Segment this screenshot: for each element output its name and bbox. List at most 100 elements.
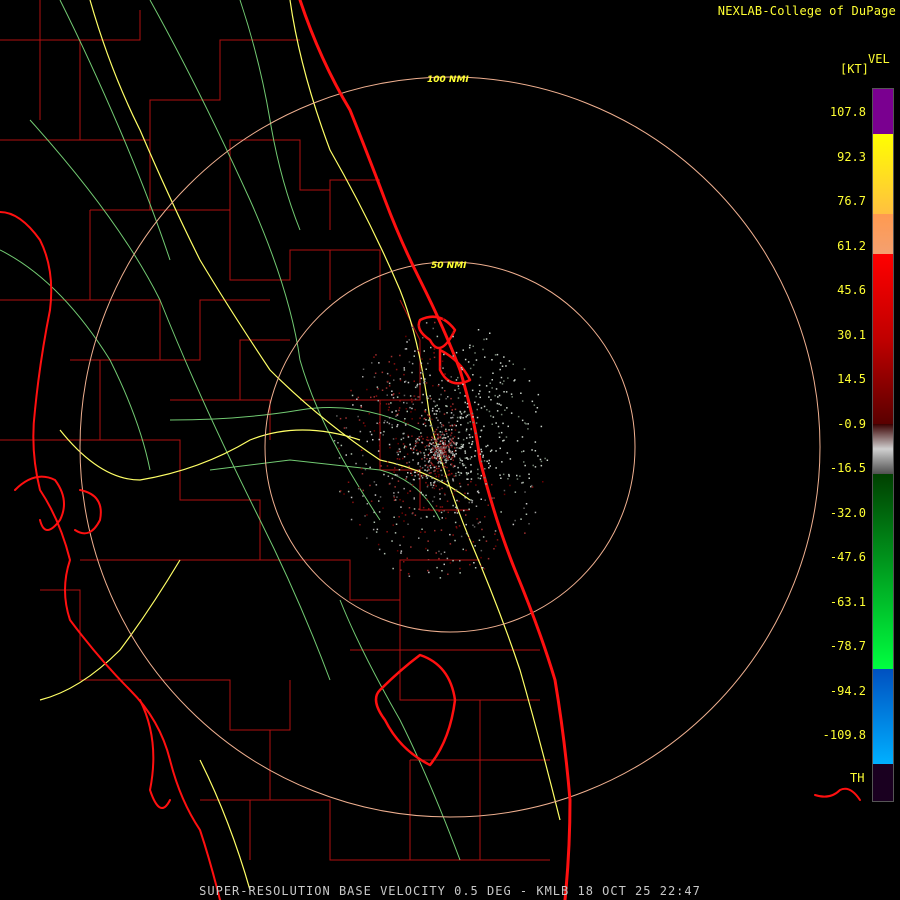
return-pixel <box>464 401 466 404</box>
return-pixel <box>503 391 505 393</box>
return-pixel <box>361 473 364 475</box>
return-pixel <box>432 437 434 439</box>
return-pixel <box>396 550 399 552</box>
return-pixel <box>501 383 504 385</box>
return-pixel <box>413 498 415 500</box>
return-pixel <box>427 362 429 365</box>
return-pixel <box>537 455 539 457</box>
return-pixel <box>452 534 454 536</box>
return-pixel <box>390 399 393 401</box>
return-pixel <box>491 423 493 425</box>
return-pixel <box>412 512 414 514</box>
return-pixel <box>488 462 490 465</box>
return-pixel <box>435 457 437 460</box>
return-pixel <box>439 498 441 500</box>
return-pixel <box>448 440 450 442</box>
return-pixel <box>517 415 520 418</box>
return-pixel <box>423 418 426 420</box>
return-pixel <box>442 433 444 435</box>
return-pixel <box>428 415 431 418</box>
return-pixel <box>406 410 408 413</box>
seg-purple <box>873 89 893 134</box>
return-pixel <box>379 496 382 498</box>
return-pixel <box>417 462 420 464</box>
return-pixel <box>391 540 393 542</box>
return-pixel <box>448 429 450 431</box>
return-pixel <box>521 419 524 422</box>
return-pixel <box>451 450 454 453</box>
return-pixel <box>388 385 391 387</box>
return-pixel <box>403 487 405 490</box>
return-pixel <box>386 394 388 396</box>
return-pixel <box>430 472 432 474</box>
return-pixel <box>388 422 391 425</box>
return-pixel <box>500 511 502 513</box>
return-pixel <box>433 483 436 486</box>
return-pixel <box>508 475 510 477</box>
return-pixel <box>390 355 393 358</box>
return-pixel <box>452 335 454 338</box>
return-pixel <box>499 368 501 371</box>
return-pixel <box>360 404 362 407</box>
return-pixel <box>364 468 367 471</box>
return-pixel <box>356 398 358 400</box>
legend-tick: -32.0 <box>829 505 866 520</box>
return-pixel <box>470 456 473 458</box>
return-pixel <box>419 531 422 533</box>
return-pixel <box>433 496 436 498</box>
return-pixel <box>441 360 444 362</box>
return-pixel <box>434 445 436 447</box>
return-pixel <box>396 463 398 465</box>
return-pixel <box>395 523 398 525</box>
return-pixel <box>509 458 512 460</box>
return-pixel <box>462 443 465 446</box>
return-pixel <box>458 500 460 503</box>
return-pixel <box>343 493 345 495</box>
return-pixel <box>446 485 449 488</box>
return-pixel <box>449 438 451 440</box>
return-pixel <box>406 462 408 464</box>
return-pixel <box>403 369 406 371</box>
return-pixel <box>508 473 510 476</box>
return-pixel <box>452 454 454 456</box>
return-pixel <box>544 457 546 460</box>
return-pixel <box>441 424 443 426</box>
return-pixel <box>429 449 432 452</box>
return-pixel <box>388 417 391 419</box>
return-pixel <box>532 464 534 467</box>
return-pixel <box>534 466 537 468</box>
return-pixel <box>447 474 449 476</box>
return-pixel <box>420 377 423 380</box>
return-pixel <box>408 361 411 363</box>
return-pixel <box>491 497 493 499</box>
return-pixel <box>459 567 461 570</box>
return-pixel <box>398 409 400 412</box>
return-pixel <box>416 383 419 386</box>
return-pixel <box>460 367 463 369</box>
return-pixel <box>437 462 439 464</box>
return-pixel <box>439 442 441 444</box>
return-pixel <box>454 465 456 467</box>
return-pixel <box>433 487 436 490</box>
return-pixel <box>432 457 434 460</box>
return-pixel <box>430 461 432 464</box>
return-pixel <box>424 446 426 448</box>
return-pixel <box>449 425 452 427</box>
return-pixel <box>420 517 422 519</box>
return-pixel <box>433 413 436 415</box>
return-pixel <box>469 436 471 439</box>
return-pixel <box>450 417 452 419</box>
return-pixel <box>452 493 455 496</box>
return-pixel <box>438 474 440 476</box>
return-pixel <box>446 466 448 469</box>
return-pixel <box>459 457 461 460</box>
return-pixel <box>482 348 484 351</box>
return-pixel <box>462 349 464 351</box>
return-pixel <box>398 392 401 394</box>
return-pixel <box>445 459 448 462</box>
return-pixel <box>479 390 481 392</box>
return-pixel <box>411 474 413 476</box>
return-pixel <box>454 447 456 449</box>
return-pixel <box>396 424 399 426</box>
return-pixel <box>442 452 444 454</box>
